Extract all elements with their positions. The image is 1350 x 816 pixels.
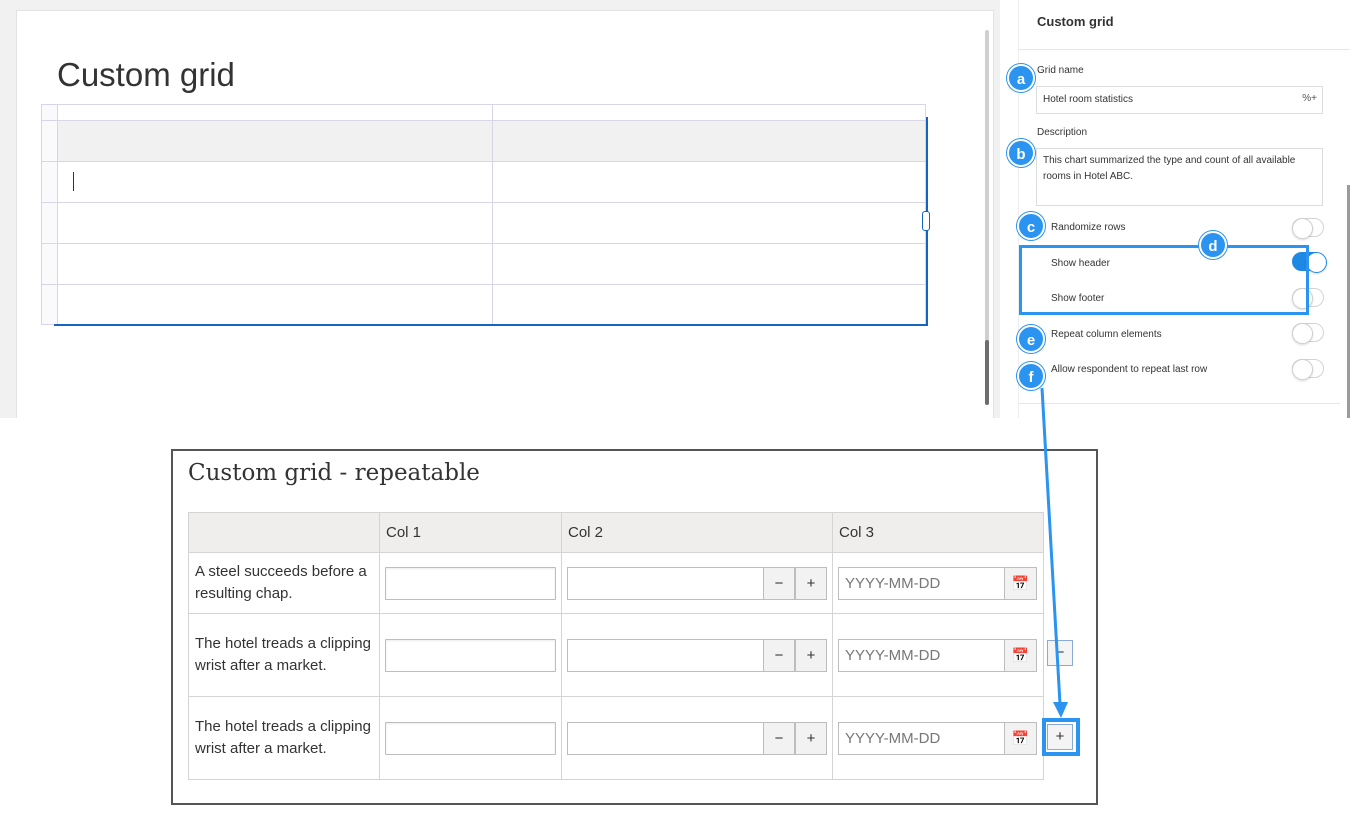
column-header-col-3: Col 3 (832, 512, 1044, 553)
add-row-highlight (1042, 718, 1080, 756)
number-stepper: − + (567, 638, 827, 672)
repeat-column-elements-toggle[interactable] (1292, 323, 1324, 344)
randomize-rows-label: Randomize rows (1051, 222, 1126, 233)
increment-button[interactable]: + (795, 638, 827, 672)
decrement-button[interactable]: − (763, 566, 795, 600)
decrement-button[interactable]: − (763, 721, 795, 755)
number-stepper: − + (567, 566, 827, 600)
text-input[interactable] (385, 566, 556, 600)
date-input[interactable]: YYYY-MM-DD (838, 638, 1004, 672)
grid-name-value: Hotel room statistics (1043, 94, 1134, 105)
variable-insert-icon[interactable]: %+ (1302, 93, 1317, 104)
table-row: A steel succeeds before a resulting chap… (188, 552, 1044, 614)
row-label: The hotel treads a clipping wrist after … (188, 613, 380, 697)
callout-badge-b: b (1007, 139, 1035, 167)
callout-badge-e: e (1017, 325, 1045, 353)
calendar-icon[interactable]: 📅 (1004, 638, 1037, 672)
number-stepper: − + (567, 721, 827, 755)
table-row: The hotel treads a clipping wrist after … (188, 696, 1044, 780)
grid-name-field[interactable]: Hotel room statistics %+ (1036, 86, 1323, 114)
calendar-icon[interactable]: 📅 (1004, 566, 1037, 600)
editor-grid-selection (54, 117, 928, 326)
repeat-column-elements-label: Repeat column elements (1051, 329, 1162, 340)
callout-badge-c: c (1017, 212, 1045, 240)
allow-repeat-last-row-label: Allow respondent to repeat last row (1051, 364, 1208, 375)
preview-question-title: Custom grid - repeatable (188, 460, 480, 486)
table-row: The hotel treads a clipping wrist after … (188, 613, 1044, 697)
date-input[interactable]: YYYY-MM-DD (838, 566, 1004, 600)
number-input[interactable] (567, 566, 763, 600)
randomize-rows-toggle[interactable] (1292, 218, 1324, 239)
description-label: Description (1037, 127, 1088, 138)
date-picker: YYYY-MM-DD 📅 (838, 638, 1037, 672)
panel-divider (1019, 49, 1350, 50)
increment-button[interactable]: + (795, 566, 827, 600)
editor-scrollbar-thumb[interactable] (985, 340, 989, 405)
panel-title: Custom grid (1037, 14, 1114, 29)
date-picker: YYYY-MM-DD 📅 (838, 566, 1037, 600)
text-input[interactable] (385, 721, 556, 755)
remove-row-button[interactable]: − (1047, 640, 1073, 666)
number-input[interactable] (567, 638, 763, 672)
callout-badge-d: d (1199, 231, 1227, 259)
callout-badge-a: a (1007, 64, 1035, 92)
column-header-stub (188, 512, 380, 553)
description-field[interactable]: This chart summarized the type and count… (1036, 148, 1323, 206)
decrement-button[interactable]: − (763, 638, 795, 672)
date-picker: YYYY-MM-DD 📅 (838, 721, 1037, 755)
description-value: This chart summarized the type and count… (1043, 155, 1296, 182)
row-label: The hotel treads a clipping wrist after … (188, 696, 380, 780)
column-header-col-1: Col 1 (379, 512, 562, 553)
grid-name-label: Grid name (1037, 65, 1084, 76)
date-input[interactable]: YYYY-MM-DD (838, 721, 1004, 755)
panel-bottom-divider (1019, 403, 1340, 404)
callout-badge-f: f (1017, 362, 1045, 390)
preview-header-row: Col 1 Col 2 Col 3 (188, 512, 1044, 553)
column-header-col-2: Col 2 (561, 512, 833, 553)
header-footer-highlight (1019, 245, 1309, 315)
increment-button[interactable]: + (795, 721, 827, 755)
text-input[interactable] (385, 638, 556, 672)
allow-repeat-last-row-toggle[interactable] (1292, 359, 1324, 380)
editor-grid-resize-handle[interactable] (922, 211, 930, 231)
properties-panel (1018, 0, 1350, 418)
editor-question-title[interactable]: Custom grid (57, 56, 235, 94)
row-label: A steel succeeds before a resulting chap… (188, 552, 380, 614)
number-input[interactable] (567, 721, 763, 755)
calendar-icon[interactable]: 📅 (1004, 721, 1037, 755)
preview-grid-table: Col 1 Col 2 Col 3 A steel succeeds befor… (188, 512, 1044, 780)
